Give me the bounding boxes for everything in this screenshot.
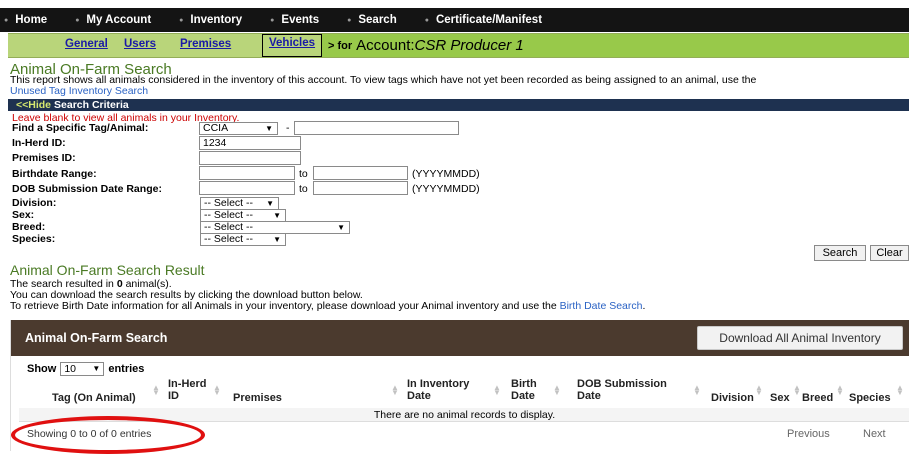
bullet-icon: ● <box>270 16 275 24</box>
sub-nav: General Users Premises Vehicles > for Ac… <box>8 33 909 58</box>
tab-users[interactable]: Users <box>124 38 156 50</box>
birthdate-format: (YYYYMMDD) <box>412 168 480 180</box>
sort-icon: ▲ ▼ <box>693 383 701 397</box>
search-button[interactable]: Search <box>814 245 866 261</box>
division-label: Division: <box>12 197 57 209</box>
col-tag[interactable]: Tag (On Animal) <box>52 392 136 404</box>
page-length-select[interactable]: 10 ▼ <box>60 362 105 376</box>
sex-label: Sex: <box>12 209 35 221</box>
inherd-label: In-Herd ID: <box>12 137 66 149</box>
species-select[interactable]: -- Select -- ▼ <box>200 233 286 246</box>
birthdate-from-input[interactable] <box>199 166 295 180</box>
result-title: Animal On-Farm Search Result <box>10 262 205 278</box>
tag-input[interactable] <box>294 121 459 135</box>
unused-tag-link[interactable]: Unused Tag Inventory Search <box>10 85 148 97</box>
col-birth-date[interactable]: Birth Date <box>511 378 537 402</box>
nav-my-account[interactable]: ● My Account <box>75 14 151 26</box>
sort-icon: ▲ ▼ <box>836 383 844 397</box>
sort-icon: ▲ ▼ <box>152 383 160 397</box>
chevron-down-icon: ▼ <box>273 235 281 244</box>
bullet-icon: ● <box>4 16 9 24</box>
dob-format: (YYYYMMDD) <box>412 183 480 195</box>
breed-label: Breed: <box>12 221 46 233</box>
tab-vehicles[interactable]: Vehicles <box>262 34 322 57</box>
sort-icon: ▲ ▼ <box>493 383 501 397</box>
species-label: Species: <box>12 233 56 245</box>
bullet-icon: ● <box>347 16 352 24</box>
top-nav: ● Home ● My Account ● Inventory ● Events ● Se… <box>0 8 909 32</box>
tag-type-select[interactable]: CCIA ▼ <box>199 122 278 135</box>
birthdate-to-input[interactable] <box>313 166 408 180</box>
dob-to-label: to <box>299 183 308 195</box>
col-species[interactable]: Species <box>849 392 891 404</box>
col-sex[interactable]: Sex <box>770 392 790 404</box>
panel-title: Animal On-Farm Search <box>25 331 168 345</box>
nav-events[interactable]: ● Events <box>270 14 319 26</box>
for-label: > for <box>328 39 353 52</box>
results-panel: Animal On-Farm Search Download All Anima… <box>10 320 909 454</box>
premises-input[interactable] <box>199 151 301 165</box>
sort-icon: ▲ ▼ <box>213 383 221 397</box>
panel-header: Animal On-Farm Search Download All Anima… <box>11 320 909 356</box>
chevron-down-icon: ▼ <box>266 199 274 208</box>
tab-premises[interactable]: Premises <box>180 38 231 50</box>
inherd-input[interactable]: 1234 <box>199 136 301 150</box>
bullet-icon: ● <box>179 16 184 24</box>
highlight-circle <box>11 416 205 454</box>
nav-search[interactable]: ● Search <box>347 14 397 26</box>
col-breed[interactable]: Breed <box>802 392 833 404</box>
sort-icon: ▲ ▼ <box>896 383 904 397</box>
nav-inventory[interactable]: ● Inventory <box>179 14 242 26</box>
col-inherd[interactable]: In-Herd ID <box>168 378 207 402</box>
col-inventory-date[interactable]: In Inventory Date <box>407 378 469 402</box>
tag-dash: - <box>286 122 290 134</box>
tab-general[interactable]: General <box>65 38 108 50</box>
col-division[interactable]: Division <box>711 392 754 404</box>
col-premises[interactable]: Premises <box>233 392 282 404</box>
dob-label: DOB Submission Date Range: <box>12 183 162 195</box>
account-context: > for Account:CSR Producer 1 <box>322 34 909 57</box>
previous-page-button[interactable]: Previous <box>787 428 830 440</box>
chevron-down-icon: ▼ <box>337 223 345 232</box>
search-criteria: <<Hide Search Criteria Leave blank to vie… <box>8 99 909 261</box>
dob-to-input[interactable] <box>313 181 408 195</box>
sort-icon: ▲ ▼ <box>793 383 801 397</box>
hide-criteria-link[interactable]: <<Hide <box>16 99 51 111</box>
next-page-button[interactable]: Next <box>863 428 886 440</box>
nav-home[interactable]: ● Home <box>4 14 47 26</box>
birth-date-search-link[interactable]: Birth Date Search <box>560 300 643 312</box>
account-name: Account:CSR Producer 1 <box>356 37 524 54</box>
page-length-control: Show 10 ▼ entries <box>27 362 145 376</box>
birthdate-label: Birthdate Range: <box>12 168 97 180</box>
nav-certificate-manifest[interactable]: ● Certificate/Manifest <box>425 14 542 26</box>
sort-icon: ▲ ▼ <box>755 383 763 397</box>
chevron-down-icon: ▼ <box>265 124 273 133</box>
page-description: This report shows all animals considered… <box>10 74 757 97</box>
col-dob-submission[interactable]: DOB Submission Date <box>577 378 667 402</box>
birthdate-to-label: to <box>299 168 308 180</box>
chevron-down-icon: ▼ <box>273 211 281 220</box>
bullet-icon: ● <box>75 16 80 24</box>
clear-button[interactable]: Clear <box>870 245 909 261</box>
bullet-icon: ● <box>424 16 429 24</box>
result-summary: The search resulted in 0 animal(s). You … <box>10 278 646 312</box>
criteria-header: <<Hide Search Criteria <box>8 99 909 111</box>
download-inventory-button[interactable]: Download All Animal Inventory <box>697 326 903 350</box>
tag-label: Find a Specific Tag/Animal: <box>12 122 149 134</box>
dob-from-input[interactable] <box>199 181 295 195</box>
sort-icon: ▲ ▼ <box>553 383 561 397</box>
chevron-down-icon: ▼ <box>92 364 101 373</box>
sort-icon: ▲ ▼ <box>391 383 399 397</box>
premises-label: Premises ID: <box>12 152 76 164</box>
